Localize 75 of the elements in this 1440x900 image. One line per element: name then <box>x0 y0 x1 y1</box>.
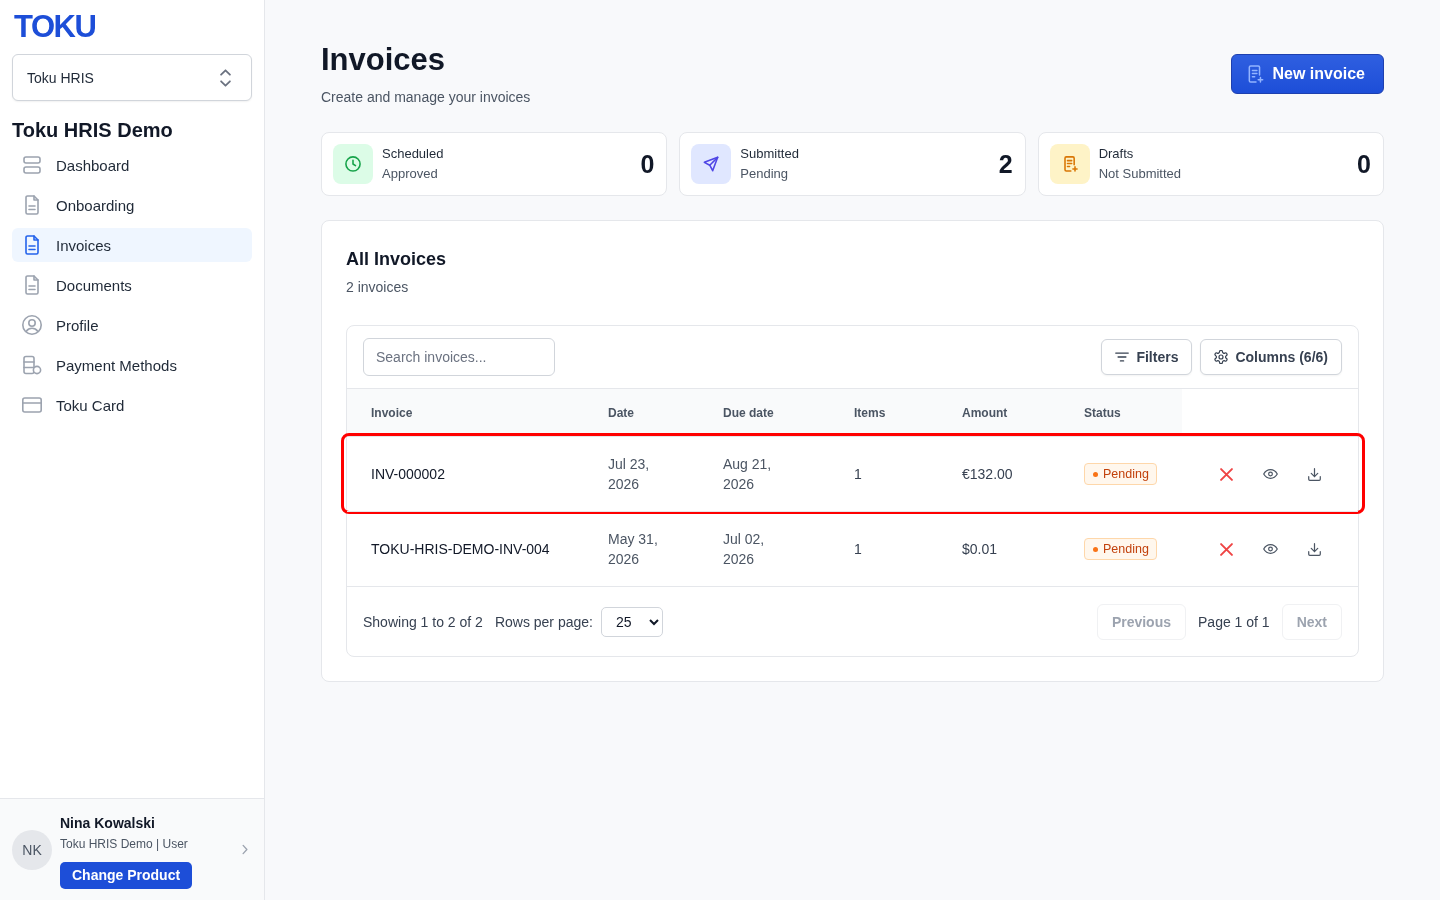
stat-value: 0 <box>1357 149 1371 179</box>
column-header: Amount <box>938 389 1060 436</box>
document-icon <box>22 275 42 295</box>
paper-plane-icon <box>691 144 732 184</box>
column-header: Due date <box>699 389 830 436</box>
stat-sublabel: Pending <box>740 165 790 183</box>
search-field[interactable]: Search invoices... <box>363 338 555 376</box>
close-icon[interactable] <box>1219 467 1233 481</box>
eye-icon[interactable] <box>1262 544 1278 554</box>
page-subtitle: Create and manage your invoices <box>321 88 531 107</box>
status-dot-icon <box>1093 546 1098 552</box>
eye-icon[interactable] <box>1262 469 1278 479</box>
product-selector[interactable]: Toku HRIS <box>12 54 252 101</box>
nav-item[interactable]: Onboarding <box>12 188 252 222</box>
close-icon[interactable] <box>1219 542 1233 556</box>
download-icon[interactable] <box>1307 542 1321 556</box>
column-header: Items <box>830 389 938 436</box>
document-plus-icon <box>1049 144 1090 184</box>
avatar: NK <box>12 829 52 870</box>
stat-value: 2 <box>998 149 1013 179</box>
gear-icon <box>1214 350 1229 364</box>
clock-icon <box>333 144 373 184</box>
nav-item[interactable]: Invoices <box>12 228 252 262</box>
table-cell-text: 1 <box>853 540 863 559</box>
status-label: Pending <box>1103 541 1149 557</box>
download-icon[interactable] <box>1307 467 1321 481</box>
document-icon <box>22 235 42 255</box>
stat-value: 0 <box>640 149 655 179</box>
nav-item[interactable]: Toku Card <box>12 388 252 422</box>
stacked-boxes-circle-icon <box>22 355 42 375</box>
table-cell-text: €132.00 <box>961 465 1014 484</box>
workspace-title: Toku HRIS Demo <box>12 118 173 143</box>
user-name: Nina Kowalski <box>60 813 155 833</box>
columns-button[interactable]: Columns (6/6) <box>1200 339 1342 375</box>
change-product-button[interactable]: Change Product <box>60 861 193 889</box>
logo[interactable]: TOKU <box>14 10 96 44</box>
user-subtitle: Toku HRIS Demo | User <box>60 835 188 853</box>
table-cell-text: TOKU-HRIS-DEMO-INV-004 <box>370 540 551 559</box>
stacked-rectangles-icon <box>22 155 42 175</box>
column-header: Date <box>584 389 699 436</box>
stat-label: Drafts <box>1098 145 1135 163</box>
rows-per-page-label: Rows per page: <box>494 613 593 630</box>
table-cell-text: $0.01 <box>961 540 999 559</box>
nav-item[interactable]: Payment Methods <box>12 348 252 382</box>
table-cell-text: 1 <box>853 465 863 484</box>
table-cell-text: Jul 23, 2026 <box>607 455 651 494</box>
document-plus-icon <box>1247 65 1264 83</box>
stat-sublabel: Not Submitted <box>1098 165 1182 183</box>
table-cell-text: Jul 02, 2026 <box>722 530 766 569</box>
panel-title: All Invoices <box>346 248 447 271</box>
table-cell-text: INV-000002 <box>370 465 446 484</box>
chevron-up-down-icon <box>220 68 231 87</box>
column-header: Status <box>1060 389 1182 436</box>
filter-icon <box>1115 350 1130 364</box>
page-title: Invoices <box>321 42 446 78</box>
nav-item[interactable]: Profile <box>12 308 252 342</box>
stat-label: Scheduled <box>382 145 444 163</box>
stat-sublabel: Approved <box>382 165 439 183</box>
credit-card-icon <box>22 395 42 415</box>
showing-text: Showing 1 to 2 of 2 <box>363 613 483 630</box>
nav-item[interactable]: Documents <box>12 268 252 302</box>
page-info: Page 1 of 1 <box>1198 613 1270 630</box>
status-label: Pending <box>1103 466 1149 482</box>
stat-label: Submitted <box>740 145 799 163</box>
invoice-count: 2 invoices <box>346 278 409 297</box>
user-circle-icon <box>22 315 42 335</box>
table-cell-text: Aug 21, 2026 <box>722 455 773 494</box>
column-header: Invoice <box>347 389 584 436</box>
document-icon <box>22 195 42 215</box>
table-cell-text: May 31, 2026 <box>607 530 659 569</box>
new-invoice-button[interactable]: New invoice <box>1230 54 1384 94</box>
status-dot-icon <box>1093 471 1098 477</box>
rows-per-page-select[interactable]: 25 <box>600 606 663 637</box>
filters-button[interactable]: Filters <box>1101 339 1193 375</box>
nav-item[interactable]: Dashboard <box>12 148 252 182</box>
